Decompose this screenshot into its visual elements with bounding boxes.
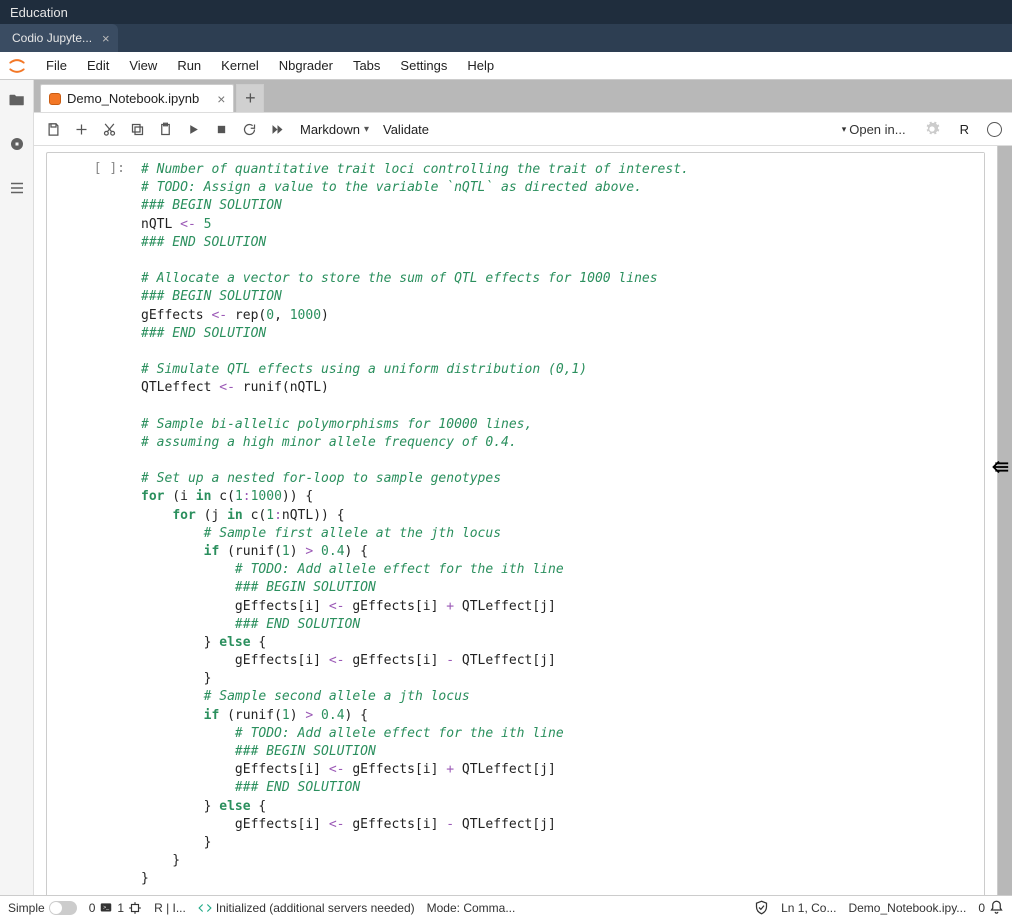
simple-label: Simple [8,901,45,915]
save-icon[interactable] [44,120,62,138]
terminal-icon: >_ [99,901,113,915]
running-terminals-icon[interactable] [7,134,27,154]
menu-edit[interactable]: Edit [77,54,119,77]
menu-nbgrader[interactable]: Nbgrader [269,54,343,77]
document-tab[interactable]: Demo_Notebook.ipynb × [40,84,234,112]
new-launcher-button[interactable]: + [236,84,264,112]
chevron-down-icon: ▾ [364,124,369,135]
close-icon[interactable]: × [217,91,225,107]
notebook-icon [49,93,61,105]
browser-tab-strip: Codio Jupyte... × [0,24,1012,52]
open-in-dropdown[interactable]: ▾ Open in... [842,122,906,137]
status-bar: Simple 0 >_ 1 R | I... Initialized (addi… [0,895,1012,919]
restart-icon[interactable] [240,120,258,138]
bell-icon [989,900,1004,915]
kernel-name[interactable]: R [960,122,969,137]
status-trusted-icon[interactable] [754,900,769,915]
menu-view[interactable]: View [119,54,167,77]
status-lsp[interactable]: Initialized (additional servers needed) [198,901,415,915]
simple-mode-toggle[interactable]: Simple [8,901,77,915]
kernel-status-icon[interactable] [987,122,1002,137]
app-title: Education [10,5,68,20]
activity-bar [0,80,34,895]
status-filename[interactable]: Demo_Notebook.ipy... [848,901,966,915]
toc-icon[interactable] [7,178,27,198]
run-icon[interactable] [184,120,202,138]
code-cell[interactable]: [ ]: # Number of quantitative trait loci… [46,152,985,895]
cell-type-dropdown[interactable]: Markdown ▾ [296,120,373,139]
menu-kernel[interactable]: Kernel [211,54,269,77]
notebook-toolbar: Markdown ▾ Validate ▾ Open in... R [34,112,1012,146]
paste-icon[interactable] [156,120,174,138]
status-mode[interactable]: Mode: Comma... [427,901,516,915]
menu-file[interactable]: File [36,54,77,77]
close-icon[interactable]: × [102,31,110,46]
gear-icon[interactable] [924,121,940,137]
svg-text:>_: >_ [103,905,109,911]
add-cell-icon[interactable] [72,120,90,138]
status-language[interactable]: R | I... [154,901,186,915]
folder-icon[interactable] [7,90,27,110]
menu-settings[interactable]: Settings [390,54,457,77]
app-top-bar: Education [0,0,1012,24]
chevron-down-icon: ▾ [842,124,847,135]
cell-type-label: Markdown [300,122,360,137]
fast-forward-icon[interactable] [268,120,286,138]
chip-icon [128,901,142,915]
collapse-right-icon[interactable] [986,452,1012,482]
status-notifications[interactable]: 0 [978,900,1004,915]
jupyter-logo-icon [6,55,28,77]
cut-icon[interactable] [100,120,118,138]
browser-tab-label: Codio Jupyte... [12,31,92,45]
status-cursor[interactable]: Ln 1, Co... [781,901,836,915]
menu-bar: File Edit View Run Kernel Nbgrader Tabs … [0,52,1012,80]
browser-tab[interactable]: Codio Jupyte... × [0,24,118,52]
open-in-label: Open in... [849,122,905,137]
menu-tabs[interactable]: Tabs [343,54,390,77]
validate-button[interactable]: Validate [383,122,429,137]
status-terminals[interactable]: 0 >_ 1 [89,901,142,915]
stop-icon[interactable] [212,120,230,138]
code-editor[interactable]: # Number of quantitative trait loci cont… [137,153,984,895]
notebook-body[interactable]: [ ]: # Number of quantitative trait loci… [34,146,998,895]
toggle-icon [49,901,77,915]
menu-help[interactable]: Help [457,54,504,77]
document-tab-strip: Demo_Notebook.ipynb × + [34,80,1012,112]
document-tab-label: Demo_Notebook.ipynb [67,91,199,106]
code-icon [198,901,212,915]
menu-run[interactable]: Run [167,54,211,77]
copy-icon[interactable] [128,120,146,138]
cell-prompt: [ ]: [47,153,137,895]
